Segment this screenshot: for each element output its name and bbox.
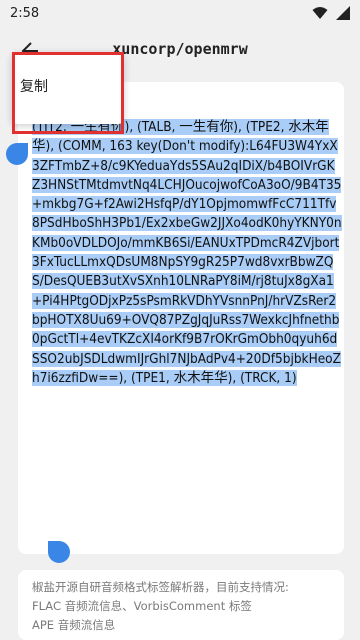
- info-line: APE 音频流信息: [32, 618, 116, 632]
- selected-text[interactable]: (TIT2, 一生有你), (TALB, 一生有你), (TPE2, 水木年华)…: [32, 119, 342, 386]
- copy-menu-item[interactable]: 复制: [20, 76, 48, 96]
- context-menu: 复制: [12, 52, 124, 124]
- signal-icon: [336, 6, 350, 20]
- info-line: 椒盐开源自研音频格式标签解析器，目前支持情况:: [32, 580, 289, 594]
- tag-field-value[interactable]: (TIT2, 一生有你), (TALB, 一生有你), (TPE2, 水木年华)…: [32, 118, 342, 388]
- status-time: 2:58: [10, 5, 40, 21]
- status-bar: 2:58: [0, 0, 360, 26]
- tag-card: 标签 (TIT2, 一生有你), (TALB, 一生有你), (TPE2, 水木…: [18, 82, 344, 554]
- selection-start-handle[interactable]: [6, 143, 28, 165]
- status-icons: [312, 6, 350, 20]
- info-line: FLAC 音频流信息、VorbisComment 标签: [32, 599, 252, 613]
- info-card: 椒盐开源自研音频格式标签解析器，目前支持情况: FLAC 音频流信息、Vorbi…: [18, 570, 344, 640]
- selection-end-handle[interactable]: [48, 541, 70, 563]
- wifi-icon: [312, 7, 328, 19]
